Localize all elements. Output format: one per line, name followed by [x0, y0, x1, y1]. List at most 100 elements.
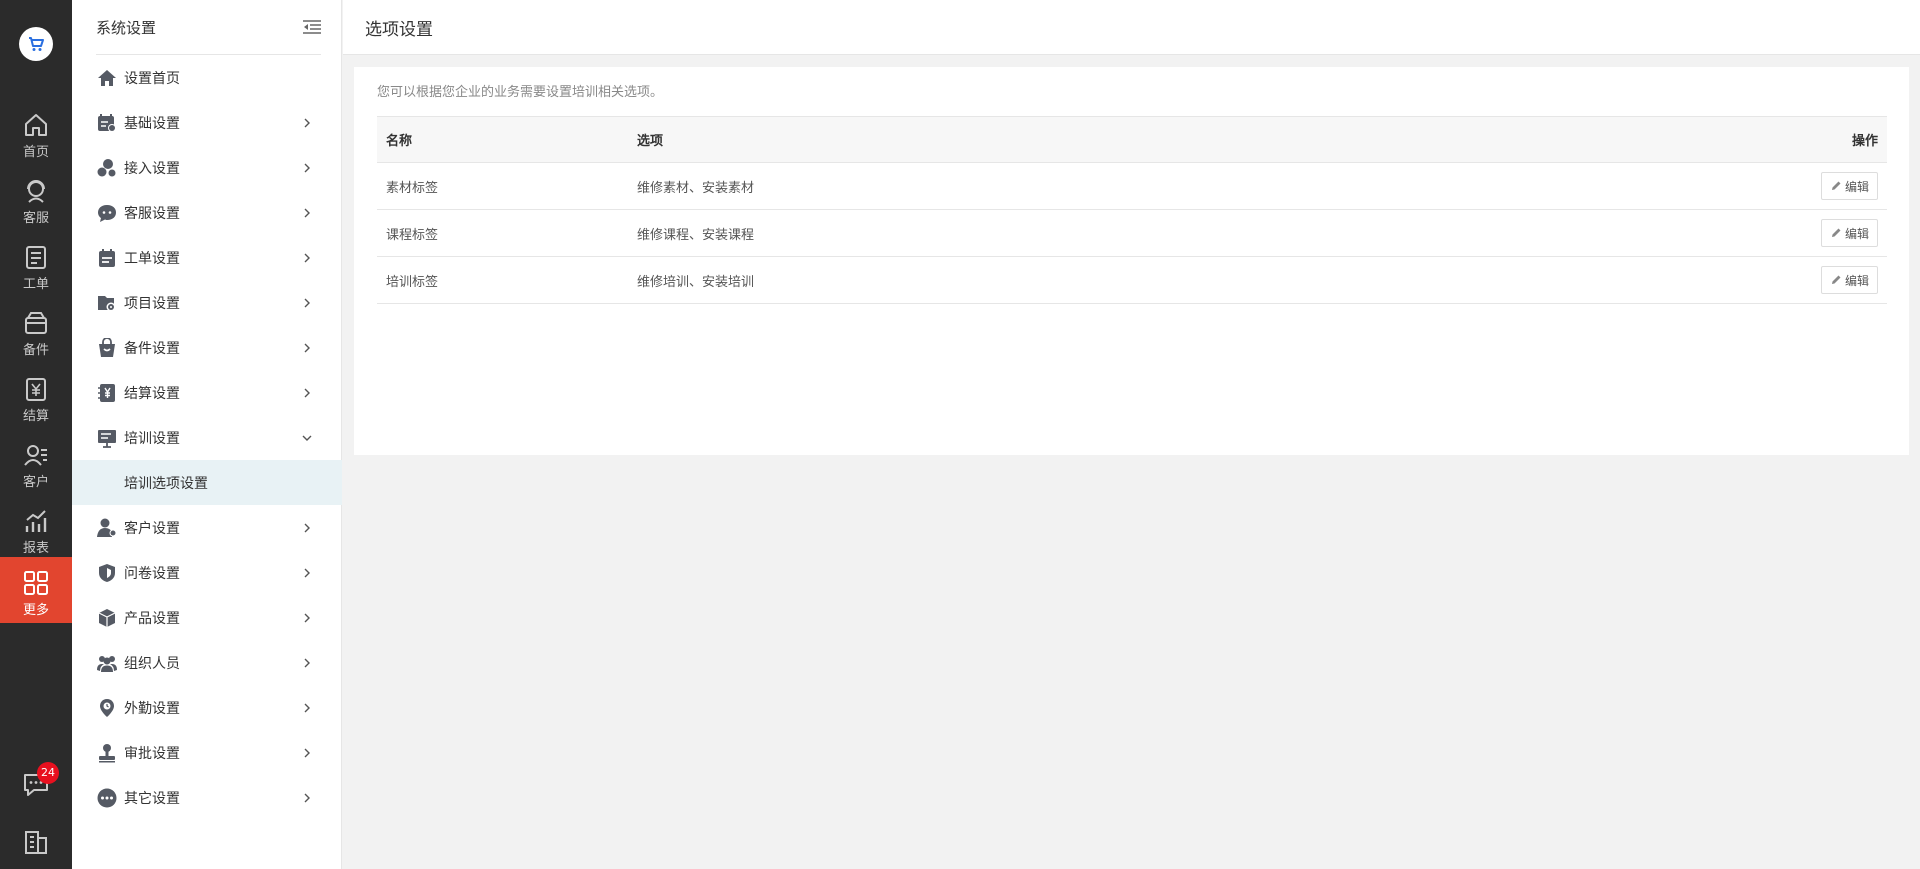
menu-label: 项目设置	[124, 295, 180, 312]
chat-bubble-icon	[96, 202, 118, 224]
menu-item-parts[interactable]: 备件设置	[72, 325, 342, 370]
menu-label: 客户设置	[124, 520, 180, 537]
chevron-right-icon	[304, 388, 310, 397]
edit-label: 编辑	[1844, 273, 1869, 288]
menu-label: 外勤设置	[124, 700, 180, 717]
rail-item-report[interactable]: 报表	[0, 495, 72, 561]
rail-label: 报表	[22, 541, 49, 556]
table-row: 培训标签 维修培训、安装培训 编辑	[377, 257, 1887, 304]
menu-item-customer[interactable]: 客户设置	[72, 505, 342, 550]
cell-name: 课程标签	[386, 227, 439, 243]
column-header-options: 选项	[637, 134, 664, 149]
chevron-right-icon	[304, 568, 310, 577]
menu-label: 培训选项设置	[124, 475, 208, 492]
box-icon	[25, 312, 47, 334]
rail-item-customer[interactable]: 客户	[0, 429, 72, 495]
menu-item-settings-home[interactable]: 设置首页	[72, 55, 342, 100]
rail-item-parts[interactable]: 备件	[0, 297, 72, 363]
table-header-row: 名称 选项 操作	[377, 116, 1887, 163]
cell-options: 维修素材、安装素材	[637, 180, 755, 196]
presentation-icon	[96, 427, 118, 449]
chevron-right-icon	[304, 253, 310, 262]
menu-item-product[interactable]: 产品设置	[72, 595, 342, 640]
submenu-title: 系统设置	[96, 18, 157, 37]
options-table: 名称 选项 操作 素材标签 维修素材、安装素材 编辑 课程标签 维修课程、安装课…	[377, 116, 1887, 304]
column-header-name: 名称	[386, 134, 413, 149]
menu-label: 工单设置	[124, 250, 180, 267]
settings-submenu: 系统设置 设置首页 基础设置 接入设置 客服设置 工单设置 项目设置 备件设置 …	[72, 0, 342, 869]
chevron-right-icon	[304, 793, 310, 802]
edit-button[interactable]: 编辑	[1821, 219, 1878, 247]
edit-button[interactable]: 编辑	[1821, 172, 1878, 200]
collapse-menu-icon[interactable]	[303, 20, 321, 34]
page-title: 选项设置	[365, 19, 433, 40]
clipboard-icon	[26, 246, 46, 269]
menu-item-survey[interactable]: 问卷设置	[72, 550, 342, 595]
menu-label: 接入设置	[124, 160, 180, 177]
rail-item-more[interactable]: 更多	[0, 557, 72, 623]
submenu-header: 系统设置	[96, 0, 321, 55]
column-header-actions: 操作	[1851, 134, 1878, 149]
menu-item-approval[interactable]: 审批设置	[72, 730, 342, 775]
options-panel: 您可以根据您企业的业务需要设置培训相关选项。 名称 选项 操作 素材标签 维修素…	[354, 67, 1909, 455]
headset-icon	[27, 180, 45, 203]
yen-notebook-icon	[96, 382, 118, 404]
menu-item-access[interactable]: 接入设置	[72, 145, 342, 190]
calendar-list-icon	[96, 247, 118, 269]
edit-label: 编辑	[1844, 179, 1869, 194]
menu-item-field[interactable]: 外勤设置	[72, 685, 342, 730]
cart-icon	[29, 37, 44, 51]
chevron-right-icon	[304, 163, 310, 172]
menu-item-basic[interactable]: 基础设置	[72, 100, 342, 145]
rail-label: 首页	[22, 145, 49, 160]
menu-label: 产品设置	[124, 610, 180, 627]
rail-label: 备件	[22, 343, 49, 358]
rail-label: 客户	[22, 475, 49, 490]
stamp-icon	[96, 742, 118, 764]
edit-label: 编辑	[1844, 226, 1869, 241]
shield-icon	[96, 562, 118, 584]
rail-item-settlement[interactable]: 结算	[0, 363, 72, 429]
menu-item-organization[interactable]: 组织人员	[72, 640, 342, 685]
chart-icon	[25, 510, 47, 532]
rail-item-ticket[interactable]: 工单	[0, 231, 72, 297]
menu-item-training[interactable]: 培训设置	[72, 415, 342, 460]
cell-options: 维修培训、安装培训	[637, 274, 755, 290]
rail-item-home[interactable]: 首页	[0, 99, 72, 165]
menu-label: 设置首页	[124, 70, 180, 87]
rail-label: 结算	[22, 409, 49, 424]
pencil-icon	[1831, 228, 1841, 237]
chevron-right-icon	[304, 613, 310, 622]
rail-label: 工单	[22, 277, 49, 292]
rail-item-service[interactable]: 客服	[0, 165, 72, 231]
edit-button[interactable]: 编辑	[1821, 266, 1878, 294]
yen-receipt-icon	[26, 378, 46, 401]
app-rail: 首页 客服 工单 备件 结算 客户 报表 更多 24	[0, 0, 72, 869]
building-icon	[25, 831, 47, 854]
chevron-right-icon	[304, 748, 310, 757]
app-logo[interactable]	[19, 27, 53, 61]
menu-item-other[interactable]: 其它设置	[72, 775, 342, 820]
menu-label: 备件设置	[124, 340, 180, 357]
chevron-down-icon	[302, 435, 312, 441]
rail-label: 更多	[22, 603, 49, 618]
rail-label: 客服	[22, 211, 49, 226]
menu-label: 问卷设置	[124, 565, 180, 582]
bubbles-icon	[96, 157, 118, 179]
menu-item-training-options[interactable]: 培训选项设置	[72, 460, 342, 505]
contacts-icon	[24, 445, 47, 466]
user-gear-icon	[96, 517, 118, 539]
menu-item-settlement[interactable]: 结算设置	[72, 370, 342, 415]
home-icon	[25, 114, 47, 136]
menu-item-ticket[interactable]: 工单设置	[72, 235, 342, 280]
cell-name: 培训标签	[386, 274, 439, 290]
menu-item-project[interactable]: 项目设置	[72, 280, 342, 325]
table-row: 课程标签 维修课程、安装课程 编辑	[377, 210, 1887, 257]
knowledge-button[interactable]	[22, 828, 50, 856]
menu-item-service[interactable]: 客服设置	[72, 190, 342, 235]
chevron-right-icon	[304, 208, 310, 217]
house-icon	[96, 67, 118, 89]
cell-name: 素材标签	[386, 180, 439, 196]
chevron-right-icon	[304, 523, 310, 532]
menu-label: 结算设置	[124, 385, 180, 402]
